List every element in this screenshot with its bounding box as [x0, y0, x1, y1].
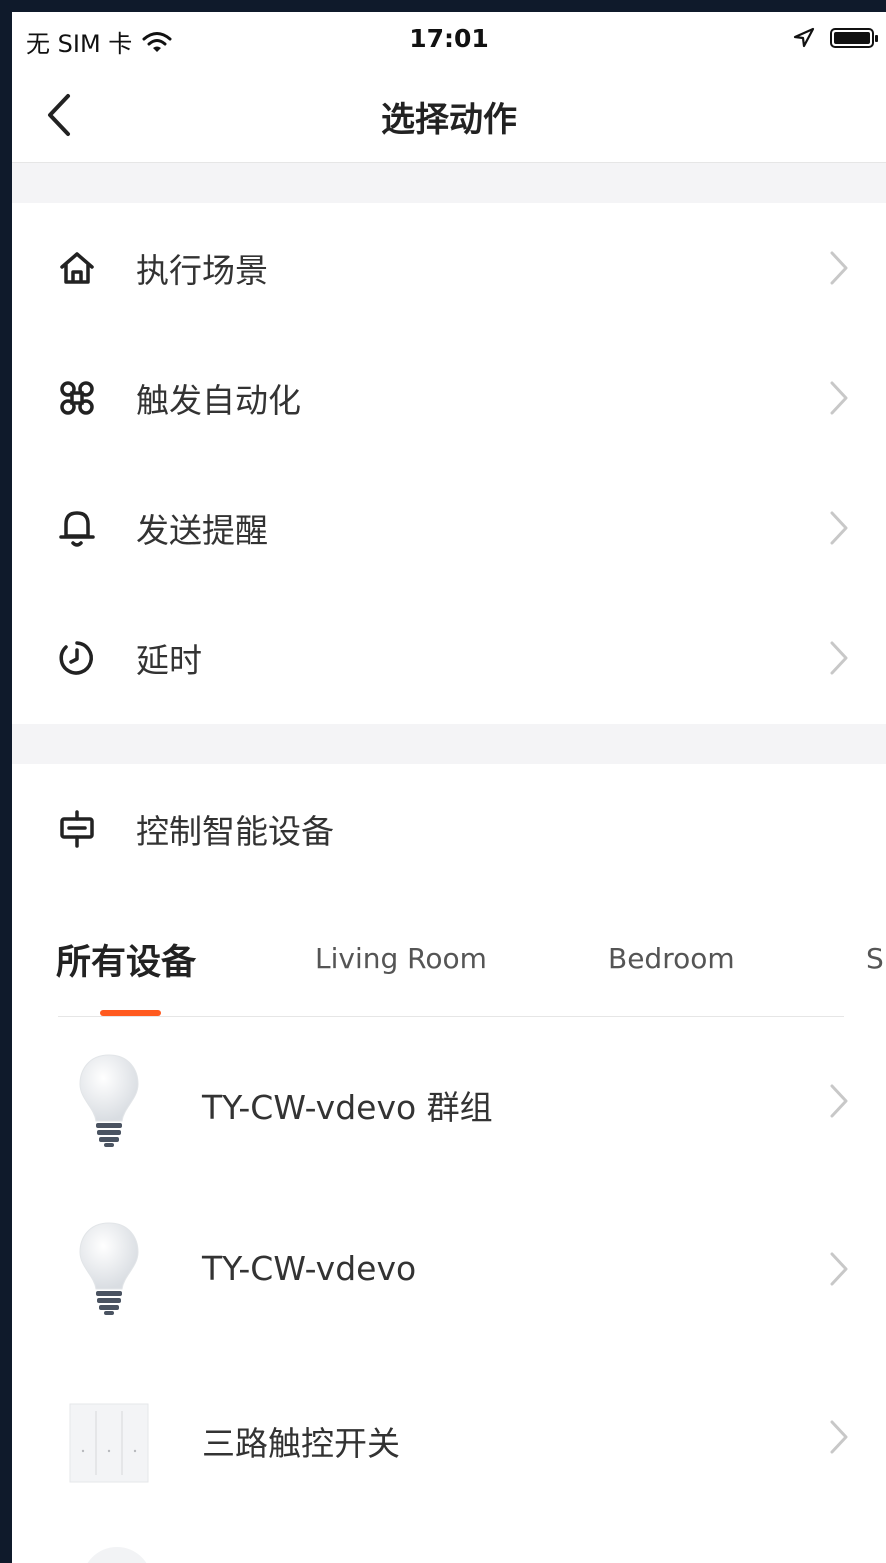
action-label: 发送提醒: [136, 511, 268, 550]
navigation-bar: 选择动作: [12, 66, 886, 163]
chevron-right-icon: [830, 1420, 848, 1454]
partial-device-thumb: [82, 1547, 152, 1563]
chevron-right-icon: [830, 1252, 848, 1286]
action-label: 延时: [136, 641, 202, 680]
action-row-automation[interactable]: 触发自动化: [12, 333, 886, 463]
action-row-delay[interactable]: 延时: [12, 593, 886, 723]
room-tabs: 所有设备 Living Room Bedroom S: [12, 912, 886, 1016]
chevron-right-icon: [830, 381, 848, 415]
device-name: TY-CW-vdevo 群组: [202, 1088, 493, 1127]
action-label: 触发自动化: [136, 381, 301, 420]
timer-icon: [54, 635, 100, 681]
device-name: TY-CW-vdevo: [202, 1249, 417, 1288]
tab-all-devices[interactable]: 所有设备: [56, 934, 196, 985]
control-devices-header: 控制智能设备: [12, 764, 886, 894]
section-divider: [12, 163, 886, 203]
bulb-icon: [68, 1219, 150, 1319]
phone-screen: 无 SIM 卡 17:01 选择动作 执行场景 触发自动化 发送提醒 延时 控制…: [12, 12, 886, 1563]
tab-living-room[interactable]: Living Room: [315, 942, 487, 975]
device-row[interactable]: 三路触控开关: [12, 1353, 886, 1521]
device-row[interactable]: TY-CW-vdevo: [12, 1185, 886, 1353]
chevron-right-icon: [830, 511, 848, 545]
location-arrow-icon: [793, 27, 815, 48]
command-icon: [54, 375, 100, 421]
bell-icon: [54, 505, 100, 551]
chevron-right-icon: [830, 1084, 848, 1118]
page-title: 选择动作: [381, 100, 517, 140]
chevron-right-icon: [830, 251, 848, 285]
device-control-icon: [54, 806, 100, 852]
switch-panel-icon: [68, 1393, 150, 1493]
battery-icon: [830, 28, 878, 48]
tab-partial[interactable]: S: [866, 942, 884, 975]
device-name: 三路触控开关: [202, 1424, 400, 1463]
bulb-icon: [68, 1051, 150, 1151]
tab-bedroom[interactable]: Bedroom: [608, 942, 735, 975]
control-devices-label: 控制智能设备: [136, 812, 334, 851]
action-label: 执行场景: [136, 251, 268, 290]
action-row-scene[interactable]: 执行场景: [12, 203, 886, 333]
status-bar: 无 SIM 卡 17:01: [12, 12, 886, 66]
action-row-notification[interactable]: 发送提醒: [12, 463, 886, 593]
chevron-right-icon: [830, 641, 848, 675]
section-divider: [12, 724, 886, 764]
status-time: 17:01: [409, 24, 489, 53]
home-icon: [54, 245, 100, 291]
device-row[interactable]: TY-CW-vdevo 群组: [12, 1017, 886, 1185]
